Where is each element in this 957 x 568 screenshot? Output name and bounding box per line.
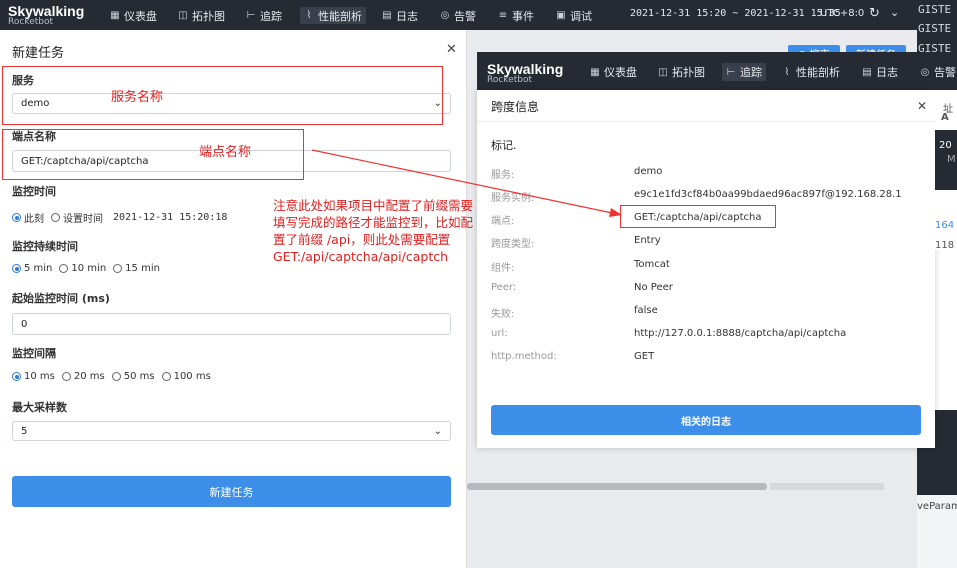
annotation-arrow xyxy=(311,149,622,217)
